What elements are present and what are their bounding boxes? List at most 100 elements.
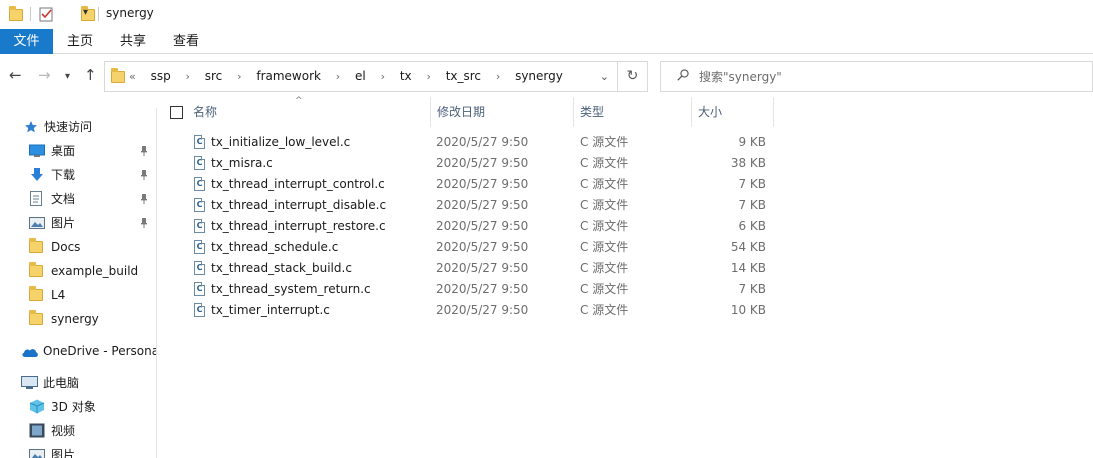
tab-file[interactable]: 文件 [0, 29, 53, 54]
sidebar-item-pictures[interactable]: 图片 [29, 212, 156, 234]
chevron-right-icon[interactable]: › [496, 70, 500, 83]
c-file-icon: C [194, 261, 205, 275]
c-file-icon: C [194, 303, 205, 317]
pin-icon[interactable] [140, 217, 148, 229]
file-name: tx_thread_interrupt_disable.c [211, 198, 387, 212]
file-type: C 源文件 [580, 156, 629, 170]
sidebar-item-downloads[interactable]: 下载 [29, 164, 156, 186]
breadcrumb-item[interactable]: tx [400, 69, 412, 83]
desktop-icon [29, 144, 45, 157]
file-date: 2020/5/27 9:50 [436, 219, 529, 233]
properties-icon[interactable] [39, 6, 53, 25]
search-input[interactable] [699, 62, 1079, 91]
tab-home[interactable]: 主页 [53, 29, 107, 54]
sidebar-item-label: Docs [51, 240, 81, 254]
c-file-icon: C [194, 240, 205, 254]
chevron-right-icon[interactable]: › [186, 70, 190, 83]
back-arrow-icon[interactable]: ← [9, 67, 22, 83]
folder-icon [29, 286, 43, 301]
folder-icon [9, 6, 23, 21]
onedrive-icon [22, 349, 38, 357]
sidebar-item-label: 图片 [51, 216, 76, 230]
c-file-icon: C [194, 282, 205, 296]
address-bar[interactable]: « ssp › src › framework › el › tx › tx_s… [104, 61, 618, 92]
column-header-type[interactable]: 类型 [574, 97, 692, 127]
sidebar-item-label: 快速访问 [44, 120, 93, 134]
c-file-icon: C [194, 177, 205, 191]
breadcrumb-item[interactable]: el [355, 69, 366, 83]
chevron-right-icon[interactable]: › [237, 70, 241, 83]
column-header-size[interactable]: 大小 [692, 97, 774, 127]
file-date: 2020/5/27 9:50 [436, 177, 529, 191]
column-header-name[interactable]: 名称 [187, 97, 431, 127]
breadcrumb-item[interactable]: synergy [515, 69, 563, 83]
table-row[interactable]: Ctx_thread_interrupt_restore.c 2020/5/27 … [158, 216, 1093, 237]
table-row[interactable]: Ctx_thread_interrupt_control.c 2020/5/27 … [158, 174, 1093, 195]
file-type: C 源文件 [580, 135, 629, 149]
file-date: 2020/5/27 9:50 [436, 156, 529, 170]
sidebar-item-documents[interactable]: 文档 [29, 188, 156, 210]
chevron-right-icon[interactable]: › [336, 70, 340, 83]
file-date: 2020/5/27 9:50 [436, 240, 529, 254]
document-icon [30, 191, 42, 206]
select-all-checkbox[interactable] [170, 106, 183, 119]
chevron-right-icon[interactable]: › [426, 70, 430, 83]
folder-icon [29, 262, 43, 277]
star-icon [25, 121, 37, 133]
navigation-pane: 快速访问 桌面 下载 文档 图片 Docs example_build L4 s… [0, 108, 157, 458]
table-row[interactable]: Ctx_thread_system_return.c 2020/5/27 9:50… [158, 279, 1093, 300]
file-size: 10 KB [730, 303, 766, 317]
sidebar-item-label: 视频 [51, 424, 76, 438]
breadcrumb-item[interactable]: ssp [151, 69, 171, 83]
sidebar-item-label: 文档 [51, 192, 76, 206]
table-row[interactable]: Ctx_thread_interrupt_disable.c 2020/5/27 … [158, 195, 1093, 216]
chevron-right-icon[interactable]: › [381, 70, 385, 83]
tab-view[interactable]: 查看 [159, 29, 213, 54]
table-row[interactable]: Ctx_thread_schedule.c 2020/5/27 9:50 C 源文件… [158, 237, 1093, 258]
c-file-icon: C [194, 156, 205, 170]
sidebar-item-label: 图片 [51, 448, 76, 458]
table-row[interactable]: Ctx_initialize_low_level.c 2020/5/27 9:50… [158, 132, 1093, 153]
sidebar-item-label: 下载 [51, 168, 76, 182]
ribbon-tabs: 文件 主页 共享 查看 [0, 29, 1093, 54]
breadcrumb-item[interactable]: tx_src [446, 69, 481, 83]
tab-share[interactable]: 共享 [107, 29, 159, 54]
pin-icon[interactable] [140, 169, 148, 181]
breadcrumb-item[interactable]: src [205, 69, 223, 83]
sidebar-item-label: 此电脑 [43, 376, 80, 390]
up-arrow-icon[interactable]: ↑ [84, 67, 97, 83]
file-date: 2020/5/27 9:50 [436, 261, 529, 275]
refresh-button[interactable]: ↻ [618, 61, 648, 92]
customize-toolbar-icon[interactable]: ▾ [83, 7, 88, 18]
computer-icon [21, 376, 38, 389]
pin-icon[interactable] [140, 193, 148, 205]
search-box[interactable] [660, 61, 1093, 92]
pin-icon[interactable] [140, 145, 148, 157]
sidebar-item-desktop[interactable]: 桌面 [29, 140, 156, 162]
address-dropdown-chevron-icon[interactable]: ⌄ [600, 70, 609, 83]
c-file-icon: C [194, 135, 205, 149]
file-type: C 源文件 [580, 177, 629, 191]
divider [98, 7, 99, 21]
file-size: 38 KB [730, 156, 766, 170]
table-row[interactable]: Ctx_misra.c 2020/5/27 9:50 C 源文件 38 KB [158, 153, 1093, 174]
overflow-chevron-icon[interactable]: « [129, 70, 136, 83]
table-row[interactable]: Ctx_thread_stack_build.c 2020/5/27 9:50 C … [158, 258, 1093, 279]
breadcrumb-item[interactable]: framework [256, 69, 321, 83]
breadcrumb: « ssp › src › framework › el › tx › tx_s… [129, 62, 574, 91]
sidebar-item-label: synergy [51, 312, 99, 326]
folder-icon [111, 68, 125, 83]
3d-objects-icon [29, 399, 45, 414]
table-row[interactable]: Ctx_timer_interrupt.c 2020/5/27 9:50 C 源文件… [158, 300, 1093, 321]
file-name: tx_initialize_low_level.c [211, 135, 351, 149]
window-title: synergy [106, 6, 154, 20]
column-header-date[interactable]: 修改日期 [431, 97, 574, 127]
file-type: C 源文件 [580, 198, 629, 212]
forward-arrow-icon[interactable]: → [38, 67, 51, 83]
file-name: tx_thread_schedule.c [211, 240, 339, 254]
file-size: 7 KB [738, 198, 766, 212]
file-name: tx_thread_interrupt_restore.c [211, 219, 386, 233]
pictures-icon [29, 449, 45, 458]
recent-locations-chevron-icon[interactable]: ▾ [65, 69, 70, 85]
folder-icon [29, 238, 43, 253]
